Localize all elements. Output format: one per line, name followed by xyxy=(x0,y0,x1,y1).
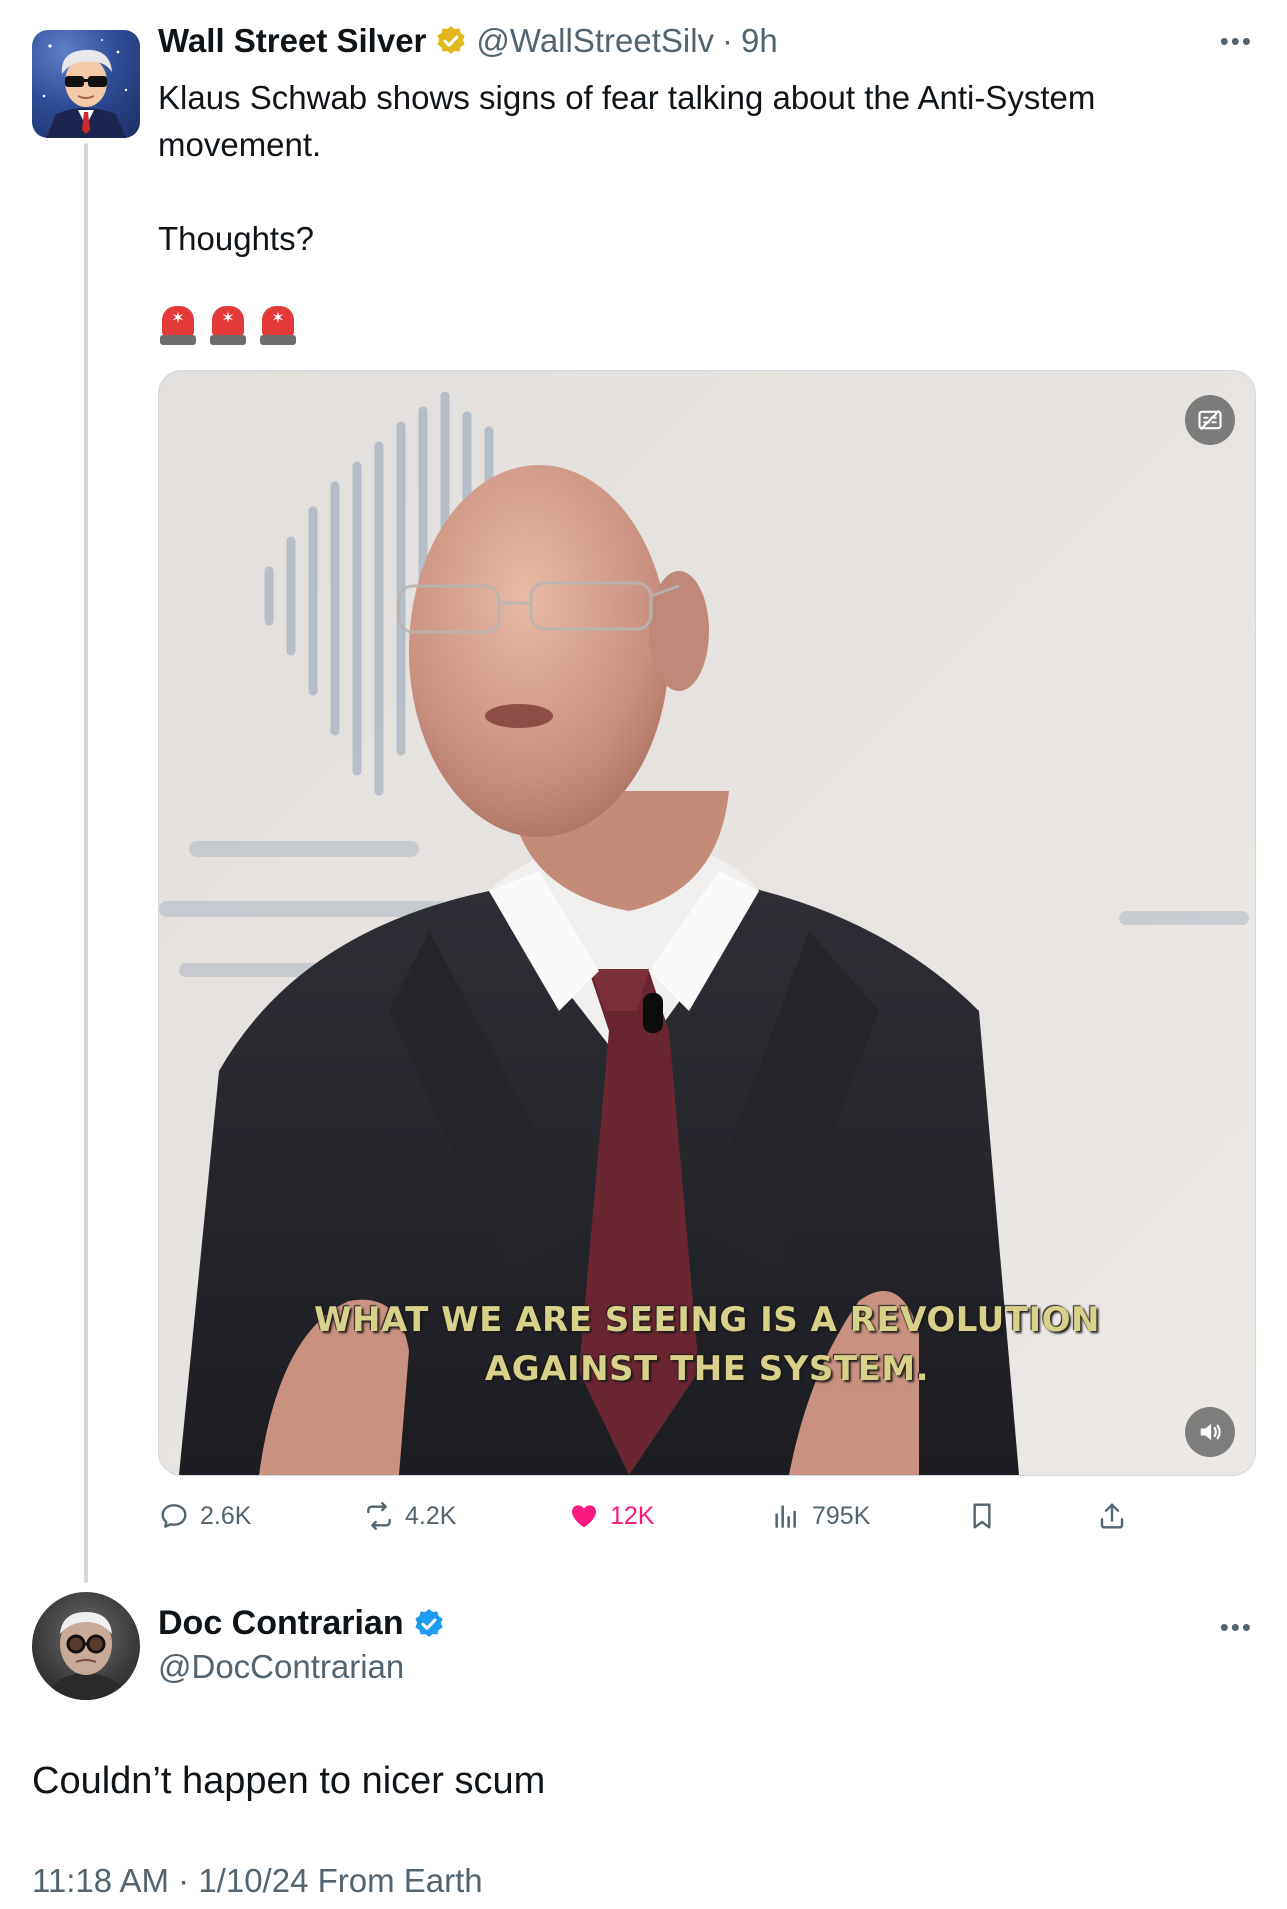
reply-header: Doc Contrarian xyxy=(158,1604,446,1643)
share-button[interactable] xyxy=(1096,1492,1128,1540)
header-separator: · xyxy=(722,22,734,59)
wall-street-silver-avatar[interactable] xyxy=(32,30,140,138)
action-bar: 2.6K 4.2K 12K 795K xyxy=(158,1492,1158,1540)
view-count: 795K xyxy=(812,1501,871,1530)
verified-gold-badge-icon xyxy=(434,24,468,58)
post-header: Wall Street Silver @WallStreetSilv · 9h xyxy=(158,22,778,60)
repost-count: 4.2K xyxy=(405,1501,457,1530)
views-chart-icon xyxy=(775,1505,796,1528)
repost-icon xyxy=(367,1502,391,1530)
thread-connector-line xyxy=(84,143,88,1583)
police-light-emoji-icon: ✶ xyxy=(260,306,296,346)
reply-meta-separator: · xyxy=(178,1862,190,1899)
reply-source: From Earth xyxy=(317,1862,483,1899)
bookmark-button[interactable] xyxy=(966,1492,998,1540)
reply-bubble-icon xyxy=(161,1504,187,1528)
reply-text: Couldn’t happen to nicer scum xyxy=(32,1760,546,1802)
police-light-emoji-icon: ✶ xyxy=(160,306,196,346)
wsb-guy-avatar-icon xyxy=(42,39,128,138)
video-player[interactable]: WHAT WE ARE SEEING IS A REVOLUTION AGAIN… xyxy=(158,370,1256,1476)
reply-more-dots-icon[interactable]: ••• xyxy=(1220,1612,1253,1643)
verified-blue-badge-icon xyxy=(412,1607,446,1641)
like-count: 12K xyxy=(610,1501,655,1530)
volume-icon[interactable] xyxy=(1185,1407,1235,1457)
reply-time[interactable]: 11:18 AM xyxy=(32,1862,169,1899)
heart-filled-icon xyxy=(572,1505,596,1528)
police-light-emoji-icon: ✶ xyxy=(210,306,246,346)
views-button[interactable]: 795K xyxy=(770,1492,870,1540)
doc-contrarian-avatar-icon xyxy=(42,1612,130,1700)
reply-button[interactable]: 2.6K xyxy=(158,1492,251,1540)
reply-author-display-name[interactable]: Doc Contrarian xyxy=(158,1604,404,1643)
post-time-ago[interactable]: 9h xyxy=(741,22,778,60)
no-captions-icon[interactable] xyxy=(1185,395,1235,445)
author-handle[interactable]: @WallStreetSilv xyxy=(476,22,714,60)
video-caption: WHAT WE ARE SEEING IS A REVOLUTION AGAIN… xyxy=(314,1300,1100,1389)
post-text: Klaus Schwab shows signs of fear talking… xyxy=(158,79,1096,257)
reply-timestamp: 11:18 AM · 1/10/24 From Earth xyxy=(32,1862,483,1900)
doc-contrarian-avatar[interactable] xyxy=(32,1592,140,1700)
emoji-row: ✶ ✶ ✶ xyxy=(160,306,296,346)
reply-author-handle[interactable]: @DocContrarian xyxy=(158,1648,404,1686)
share-icon xyxy=(1100,1503,1124,1529)
author-display-name[interactable]: Wall Street Silver xyxy=(158,22,426,60)
like-button[interactable]: 12K xyxy=(568,1492,654,1540)
repost-button[interactable]: 4.2K xyxy=(363,1492,456,1540)
reply-count: 2.6K xyxy=(200,1501,252,1530)
reply-date[interactable]: 1/10/24 xyxy=(198,1862,308,1899)
bookmark-icon xyxy=(973,1503,991,1529)
more-dots-icon[interactable]: ••• xyxy=(1220,26,1253,57)
